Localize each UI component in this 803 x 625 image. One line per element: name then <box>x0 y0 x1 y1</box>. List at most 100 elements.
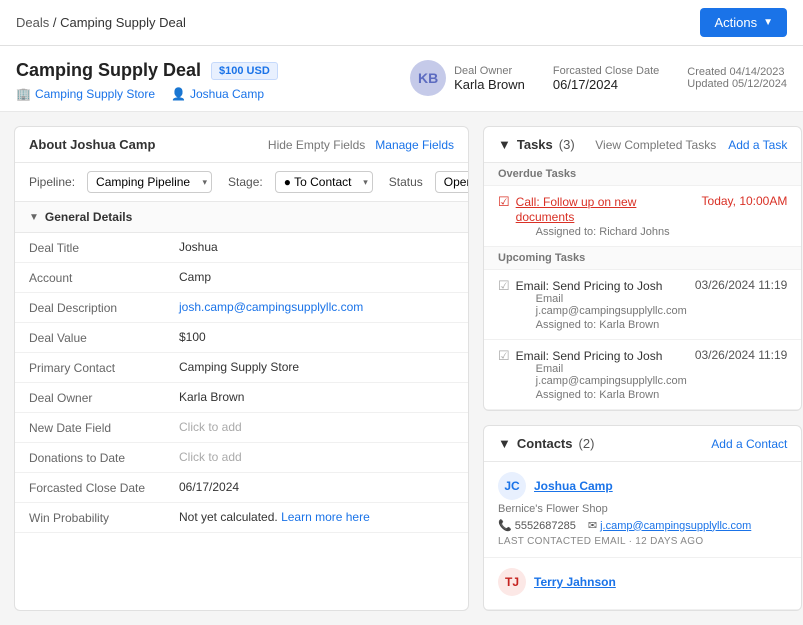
field-value[interactable]: Click to add <box>179 450 242 464</box>
contacts-header: ▼ Contacts (2) Add a Contact <box>484 426 801 462</box>
manage-fields-link[interactable]: Manage Fields <box>375 138 454 152</box>
field-row: Donations to DateClick to add <box>15 443 468 473</box>
contacts-count: (2) <box>579 436 595 451</box>
right-panel: ▼ Tasks (3) View Completed Tasks Add a T… <box>483 126 802 611</box>
pipeline-select-wrapper[interactable]: Camping Pipeline ▾ <box>87 171 212 193</box>
contact-phone: 5552687285 <box>515 520 576 532</box>
contact-name-link[interactable]: Terry Jahnson <box>534 575 616 589</box>
owner-label: Deal Owner <box>454 65 525 77</box>
view-completed-link[interactable]: View Completed Tasks <box>595 138 716 152</box>
main-content: About Joshua Camp Hide Empty Fields Mana… <box>0 112 803 625</box>
contacts-card: ▼ Contacts (2) Add a Contact JC Joshua C… <box>483 425 802 611</box>
actions-button[interactable]: Actions ▼ <box>700 8 787 37</box>
field-label: Forcasted Close Date <box>29 480 179 495</box>
field-label: New Date Field <box>29 420 179 435</box>
close-date-label: Forcasted Close Date <box>553 65 659 77</box>
hide-empty-link[interactable]: Hide Empty Fields <box>268 138 365 152</box>
breadcrumb-parent[interactable]: Deals <box>16 15 49 30</box>
general-details-section[interactable]: ▼ General Details <box>15 202 468 233</box>
task-item: ☑ Call: Follow up on new documents Assig… <box>484 186 801 247</box>
about-panel-header: About Joshua Camp Hide Empty Fields Mana… <box>15 127 468 163</box>
expand-icon[interactable]: ▼ <box>498 137 511 152</box>
field-row: Primary ContactCamping Supply Store <box>15 353 468 383</box>
contacts-title: ▼ Contacts (2) <box>498 436 594 451</box>
contact-details: 📞 5552687285 ✉ j.camp@campingsupplyllc.c… <box>498 519 787 532</box>
status-select[interactable]: Open <box>435 171 469 193</box>
upcoming-section-label: Upcoming Tasks <box>484 247 801 270</box>
contact-avatar: TJ <box>498 568 526 596</box>
breadcrumb-current: Camping Supply Deal <box>60 15 186 30</box>
field-label: Win Probability <box>29 510 179 525</box>
field-value: josh.camp@campingsupplyllc.com <box>179 300 363 314</box>
chevron-down-icon: ▼ <box>763 17 773 28</box>
field-value: Camp <box>179 270 211 284</box>
field-row: New Date FieldClick to add <box>15 413 468 443</box>
field-value: 06/17/2024 <box>179 480 239 494</box>
deal-company-link[interactable]: 🏢 Camping Supply Store <box>16 87 155 101</box>
status-label: Status <box>389 175 423 189</box>
field-value: Camping Supply Store <box>179 360 299 374</box>
field-value: $100 <box>179 330 206 344</box>
task-item: ☑ Email: Send Pricing to Josh Email j.ca… <box>484 340 801 410</box>
owner-name: Karla Brown <box>454 77 525 92</box>
task-assigned: Assigned to: Karla Brown <box>536 319 687 331</box>
section-title: General Details <box>45 210 132 224</box>
field-row: Deal Value$100 <box>15 323 468 353</box>
field-value[interactable]: Click to add <box>179 420 242 434</box>
fields-container: Deal TitleJoshuaAccountCampDeal Descript… <box>15 233 468 533</box>
avatar: KB <box>410 60 446 96</box>
task-date: 03/26/2024 11:19 <box>695 348 788 362</box>
contact-name-link[interactable]: Joshua Camp <box>534 479 613 493</box>
stage-label: Stage: <box>228 175 263 189</box>
field-row: Deal OwnerKarla Brown <box>15 383 468 413</box>
field-label: Donations to Date <box>29 450 179 465</box>
task-time: Today, 10:00AM <box>702 194 788 208</box>
task-title: Email: Send Pricing to Josh <box>516 279 663 293</box>
learn-more-link[interactable]: Learn more here <box>281 510 370 524</box>
updated-label: Updated 05/12/2024 <box>687 78 787 90</box>
deal-title: Camping Supply Deal <box>16 60 201 81</box>
deal-header: Camping Supply Deal $100 USD 🏢 Camping S… <box>0 46 803 112</box>
task-checkbox[interactable]: ☑ <box>498 278 510 294</box>
contact-item: TJ Terry Jahnson <box>484 558 801 610</box>
field-label: Deal Description <box>29 300 179 315</box>
tasks-header: ▼ Tasks (3) View Completed Tasks Add a T… <box>484 127 801 163</box>
task-date: 03/26/2024 11:19 <box>695 278 788 292</box>
field-row: AccountCamp <box>15 263 468 293</box>
task-title-link[interactable]: Call: Follow up on new documents <box>516 195 637 224</box>
field-label: Deal Title <box>29 240 179 255</box>
stage-select[interactable]: ● To Contact <box>275 171 373 193</box>
tasks-count: (3) <box>559 137 575 152</box>
deal-contact-link[interactable]: 👤 Joshua Camp <box>171 87 264 101</box>
contact-email-link[interactable]: j.camp@campingsupplyllc.com <box>600 520 751 532</box>
task-title: Email: Send Pricing to Josh <box>516 349 663 363</box>
close-date: 06/17/2024 <box>553 77 618 92</box>
task-checkbox[interactable]: ☑ <box>498 194 510 210</box>
tasks-card: ▼ Tasks (3) View Completed Tasks Add a T… <box>483 126 802 411</box>
add-contact-link[interactable]: Add a Contact <box>711 437 787 451</box>
pipeline-label: Pipeline: <box>29 175 75 189</box>
field-label: Deal Value <box>29 330 179 345</box>
chevron-down-icon: ▼ <box>29 212 39 223</box>
status-select-wrapper[interactable]: Open ▾ <box>435 171 469 193</box>
field-value: Not yet calculated. Learn more here <box>179 510 370 524</box>
expand-icon[interactable]: ▼ <box>498 436 511 451</box>
tasks-title: ▼ Tasks (3) <box>498 137 575 152</box>
task-checkbox[interactable]: ☑ <box>498 348 510 364</box>
contact-item: JC Joshua Camp Bernice's Flower Shop 📞 5… <box>484 462 801 558</box>
person-icon: 👤 <box>171 87 186 101</box>
top-bar: Deals / Camping Supply Deal Actions ▼ <box>0 0 803 46</box>
field-row: Deal Descriptionjosh.camp@campingsupplyl… <box>15 293 468 323</box>
building-icon: 🏢 <box>16 87 31 101</box>
add-task-link[interactable]: Add a Task <box>728 138 787 152</box>
email-icon: ✉ <box>588 519 597 532</box>
stage-select-wrapper[interactable]: ● To Contact ▾ <box>275 171 373 193</box>
pipeline-select[interactable]: Camping Pipeline <box>87 171 212 193</box>
pipeline-row: Pipeline: Camping Pipeline ▾ Stage: ● To… <box>15 163 468 202</box>
created-label: Created 04/14/2023 <box>687 66 784 78</box>
deal-meta: KB Deal Owner Karla Brown Forcasted Clos… <box>410 60 787 96</box>
field-value: Joshua <box>179 240 218 254</box>
task-assigned: Assigned to: Richard Johns <box>536 226 694 238</box>
contact-avatar: JC <box>498 472 526 500</box>
field-link[interactable]: josh.camp@campingsupplyllc.com <box>179 300 363 314</box>
